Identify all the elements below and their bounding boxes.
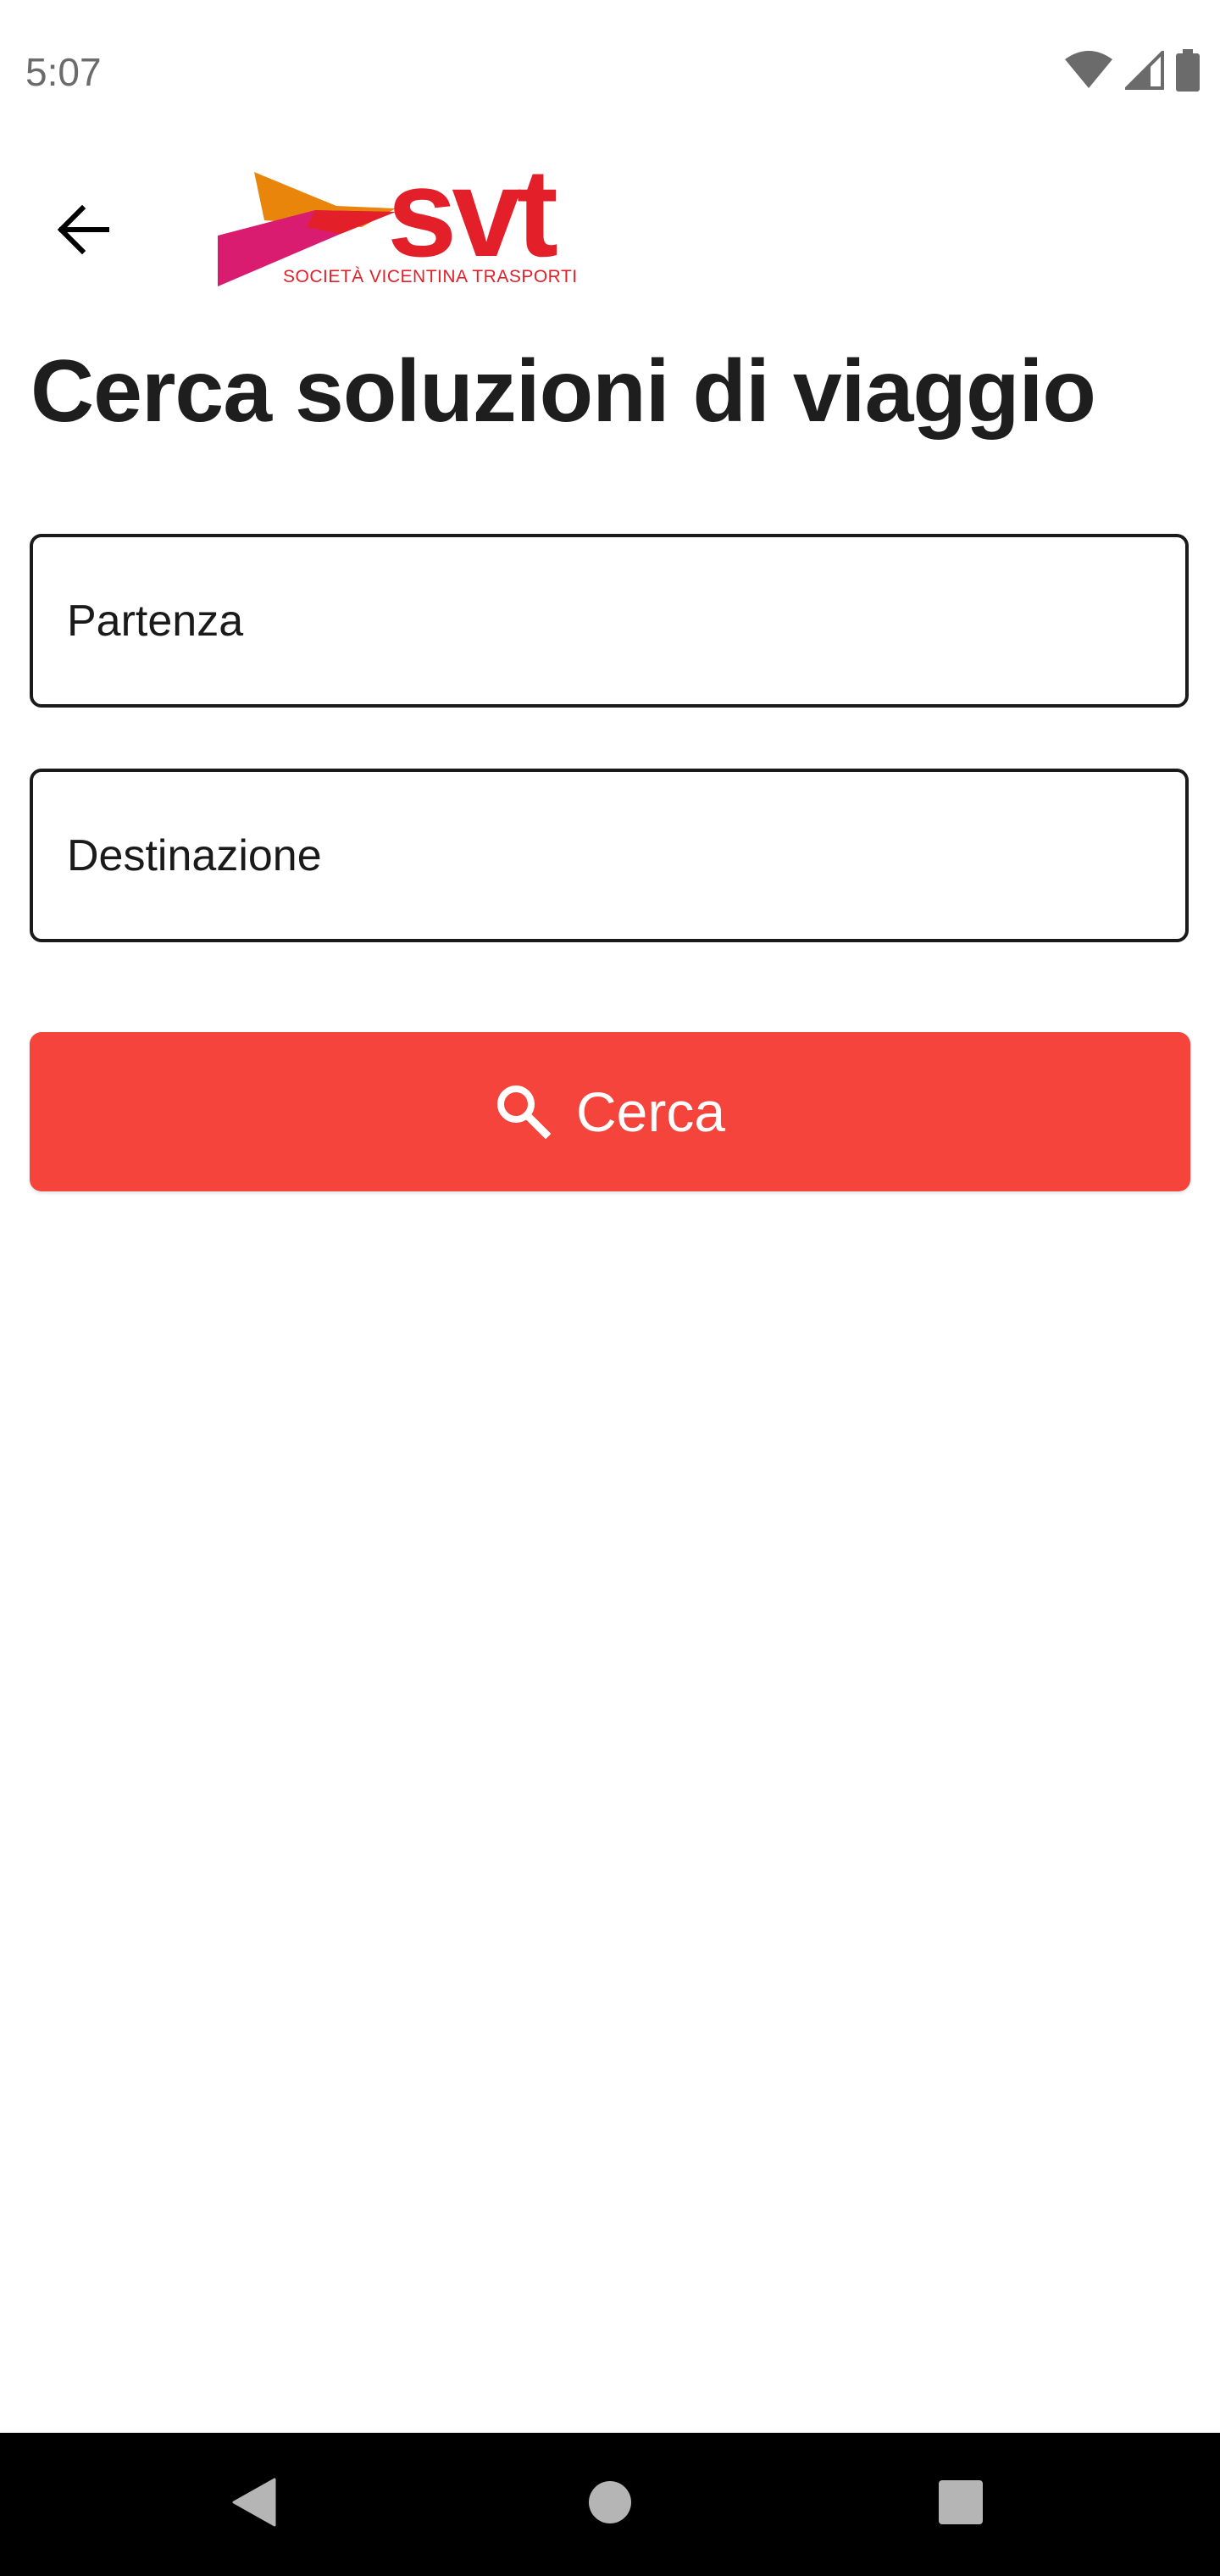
destination-input[interactable]: [33, 772, 1185, 939]
status-time: 5:07: [25, 50, 102, 94]
signal-icon: [1123, 48, 1164, 94]
screen: 5:07 svt SOCIETÀ VICENTINA TRASPORTI Cer…: [0, 0, 1220, 2576]
nav-home-button[interactable]: [525, 2433, 695, 2576]
nav-recents-button[interactable]: [876, 2433, 1045, 2576]
back-button[interactable]: [42, 191, 124, 272]
battery-icon: [1176, 49, 1200, 96]
search-button-label: Cerca: [575, 1080, 726, 1143]
status-icons: [1064, 48, 1200, 96]
svt-logo: svt SOCIETÀ VICENTINA TRASPORTI: [214, 151, 580, 291]
status-bar: 5:07: [0, 0, 1220, 144]
recents-square-icon: [938, 2479, 984, 2529]
departure-input[interactable]: [33, 537, 1185, 704]
departure-field[interactable]: [30, 534, 1189, 708]
destination-field[interactable]: [30, 769, 1189, 942]
logo-tagline: SOCIETÀ VICENTINA TRASPORTI: [283, 267, 578, 286]
page-title: Cerca soluzioni di viaggio: [30, 342, 1096, 441]
arrow-left-icon: [57, 204, 110, 258]
nav-back-button[interactable]: [169, 2433, 339, 2576]
search-button[interactable]: Cerca: [30, 1032, 1190, 1191]
wifi-icon: [1064, 51, 1113, 94]
logo-wordmark: svt: [387, 143, 558, 283]
system-nav-bar: [0, 2433, 1220, 2576]
back-triangle-icon: [232, 2478, 276, 2531]
search-icon: [495, 1083, 552, 1141]
home-circle-icon: [587, 2479, 633, 2529]
